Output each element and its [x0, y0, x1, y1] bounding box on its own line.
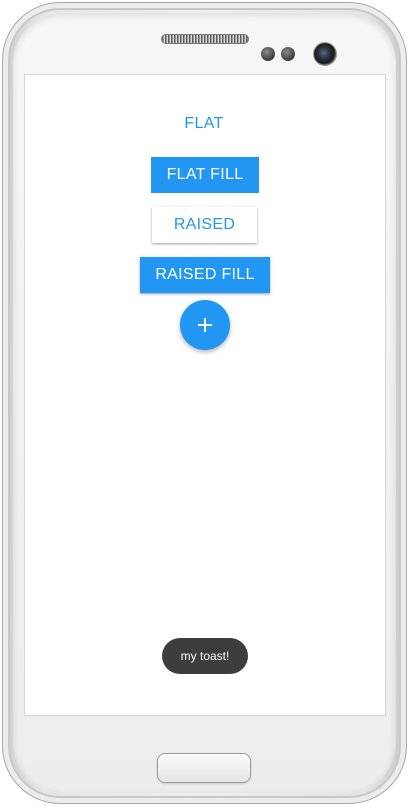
- home-button[interactable]: [157, 753, 251, 783]
- plus-icon: [198, 318, 212, 332]
- front-camera: [314, 43, 336, 65]
- raised-button[interactable]: RAISED: [152, 207, 257, 243]
- toast-message: my toast!: [162, 638, 248, 674]
- add-fab-button[interactable]: [180, 300, 230, 350]
- proximity-sensor: [261, 47, 275, 61]
- light-sensor: [281, 47, 295, 61]
- raised-fill-button[interactable]: RAISED FILL: [140, 257, 270, 293]
- flat-fill-button[interactable]: FLAT FILL: [151, 157, 259, 193]
- flat-button[interactable]: FLAT: [152, 109, 256, 139]
- earpiece-speaker: [161, 34, 249, 44]
